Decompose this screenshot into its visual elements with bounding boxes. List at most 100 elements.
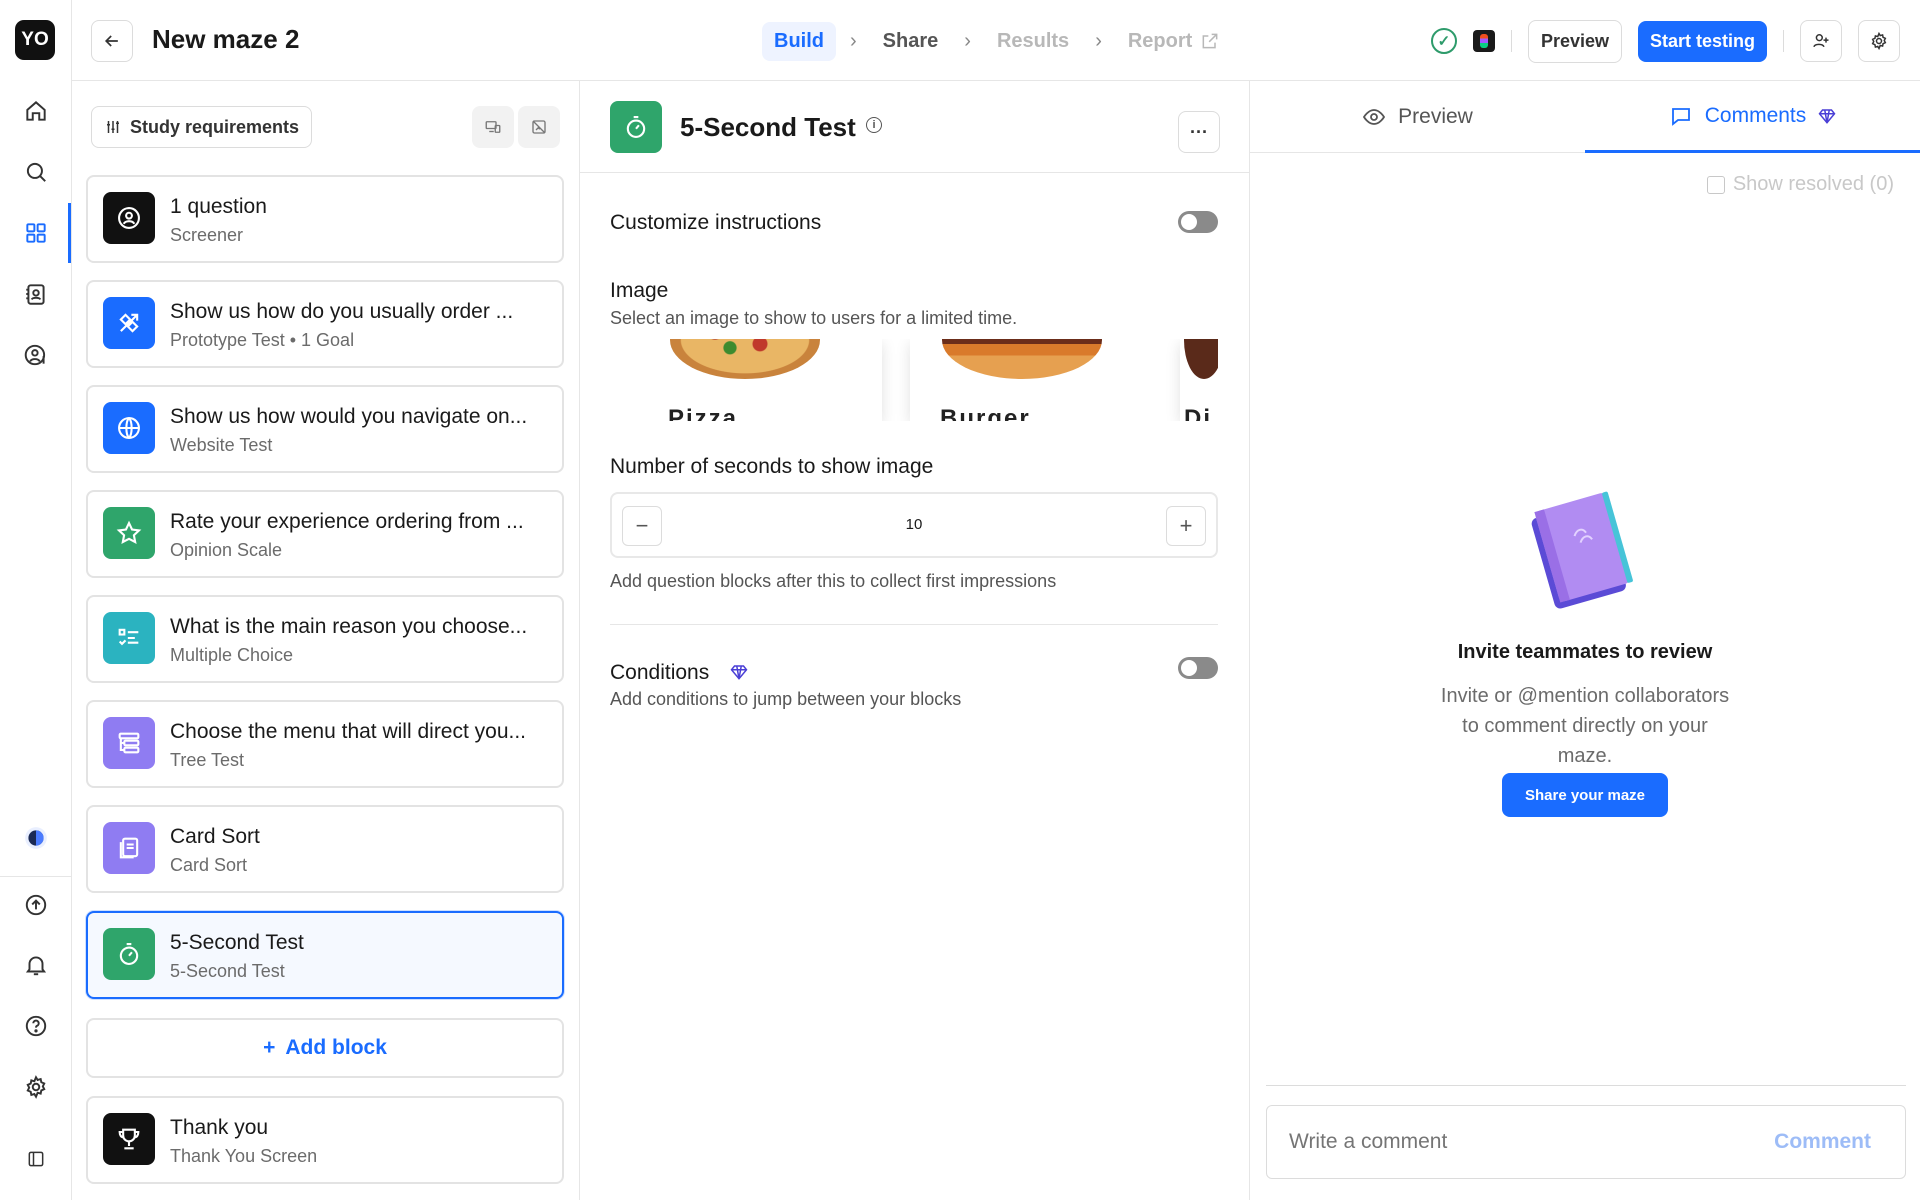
image-preview[interactable]: Pizza Burger Di: [610, 339, 1218, 421]
editor-header: 5-Second Test i ···: [580, 81, 1250, 173]
block-screener[interactable]: 1 question Screener: [86, 175, 564, 263]
rail-active-indicator: [68, 203, 71, 263]
block-card-sort[interactable]: Card Sort Card Sort: [86, 805, 564, 893]
invite-user-button[interactable]: [1800, 20, 1842, 62]
rail-divider: [0, 876, 72, 877]
app-rail: YO: [0, 0, 72, 1200]
trophy-icon: [103, 1113, 155, 1165]
tab-preview[interactable]: Preview: [1250, 81, 1585, 153]
start-testing-button[interactable]: Start testing: [1637, 20, 1767, 62]
block-title: 1 question: [170, 195, 267, 218]
comment-submit-button[interactable]: Comment: [1774, 1130, 1871, 1154]
study-requirements-button[interactable]: Study requirements: [91, 106, 313, 148]
blocks-panel: Study requirements 1 question Screener S…: [72, 81, 580, 1200]
theme-icon[interactable]: [16, 818, 56, 858]
device-preview-button[interactable]: [472, 106, 514, 148]
image-off-icon: [532, 120, 546, 134]
tab-preview-label: Preview: [1398, 105, 1473, 128]
customize-instructions-toggle[interactable]: [1178, 211, 1218, 233]
step-results[interactable]: Results: [985, 22, 1081, 61]
comment-input[interactable]: [1289, 1130, 1709, 1154]
preview-button[interactable]: Preview: [1527, 19, 1622, 63]
block-multiple-choice[interactable]: What is the main reason you choose... Mu…: [86, 595, 564, 683]
help-icon[interactable]: [16, 1006, 56, 1046]
invite-text: Invite or @mention collaborators to comm…: [1440, 685, 1730, 767]
food-card-pizza: Pizza: [610, 339, 882, 421]
star-icon: [103, 507, 155, 559]
chevron-right-icon: ›: [964, 29, 971, 52]
tab-comments[interactable]: Comments: [1585, 81, 1920, 153]
comment-composer: Comment: [1266, 1105, 1906, 1179]
block-title: Show us how do you usually order ...: [170, 300, 514, 323]
show-resolved-toggle[interactable]: Show resolved (0): [1706, 173, 1894, 196]
user-dollar-icon[interactable]: [16, 335, 56, 375]
workspace-logo[interactable]: YO: [15, 20, 55, 60]
seconds-label: Number of seconds to show image: [610, 455, 934, 478]
notebook-illustration: [1531, 491, 1633, 609]
back-button[interactable]: [91, 20, 133, 62]
gear-icon: [1871, 31, 1887, 51]
block-tree-test[interactable]: Choose the menu that will direct you... …: [86, 700, 564, 788]
block-title: Show us how would you navigate on...: [170, 405, 528, 428]
food-label: Burger: [940, 405, 1031, 421]
block-editor: 5-Second Test i ··· Customize instructio…: [580, 81, 1250, 1200]
maze-title[interactable]: New maze 2: [152, 24, 299, 55]
block-subtitle: Opinion Scale: [170, 540, 283, 560]
block-subtitle: Card Sort: [170, 855, 248, 875]
premium-gem-icon: [730, 665, 748, 680]
conditions-toggle[interactable]: [1178, 657, 1218, 679]
block-thank-you[interactable]: Thank you Thank You Screen: [86, 1096, 564, 1184]
chevron-right-icon: ›: [1095, 29, 1102, 52]
block-title: Card Sort: [170, 825, 260, 848]
hide-images-button[interactable]: [518, 106, 560, 148]
cards-icon: [103, 822, 155, 874]
step-build[interactable]: Build: [762, 21, 836, 61]
checklist-icon: [103, 612, 155, 664]
conditions-label: Conditions: [610, 661, 710, 684]
block-prototype-test[interactable]: Show us how do you usually order ... Pro…: [86, 280, 564, 368]
seconds-value[interactable]: 10: [612, 516, 1216, 533]
sliders-icon: [107, 121, 119, 133]
search-icon[interactable]: [16, 152, 56, 192]
timer-icon: [610, 101, 662, 153]
block-title: What is the main reason you choose...: [170, 615, 528, 638]
block-opinion-scale[interactable]: Rate your experience ordering from ... O…: [86, 490, 564, 578]
home-icon[interactable]: [16, 91, 56, 131]
customize-instructions-label: Customize instructions: [610, 211, 822, 234]
food-label: Di: [1184, 405, 1212, 421]
settings-button[interactable]: [1858, 20, 1900, 62]
sidebar-toggle-icon[interactable]: [16, 1139, 56, 1179]
increment-button[interactable]: +: [1166, 506, 1206, 546]
conditions-help-text: Add conditions to jump between your bloc…: [610, 689, 962, 709]
bell-icon[interactable]: [16, 945, 56, 985]
globe-icon: [103, 402, 155, 454]
invite-title: Invite teammates to review: [1457, 641, 1713, 663]
contacts-icon[interactable]: [16, 274, 56, 314]
step-report[interactable]: Report: [1116, 22, 1232, 61]
info-icon[interactable]: i: [866, 117, 882, 133]
block-five-second-test[interactable]: 5-Second Test 5-Second Test: [86, 911, 564, 999]
food-label: Pizza: [668, 405, 739, 421]
eye-icon: [1363, 109, 1386, 125]
divider: [1510, 30, 1512, 52]
step-report-label: Report: [1127, 29, 1193, 52]
arrow-left-icon: [104, 35, 118, 47]
upload-icon[interactable]: [16, 885, 56, 925]
add-user-icon: [1813, 34, 1829, 48]
add-block-button[interactable]: + Add block: [86, 1018, 564, 1078]
section-divider: [610, 624, 1218, 625]
add-block-label: Add block: [285, 1036, 387, 1059]
food-card-burger: Burger: [910, 339, 1182, 421]
share-maze-button[interactable]: Share your maze: [1502, 773, 1668, 817]
show-resolved-checkbox[interactable]: [1706, 175, 1725, 194]
gear-icon[interactable]: [16, 1067, 56, 1107]
grid-icon[interactable]: [16, 213, 56, 253]
block-website-test[interactable]: Show us how would you navigate on... Web…: [86, 385, 564, 473]
editor-title: 5-Second Test: [680, 112, 856, 142]
tree-icon: [103, 717, 155, 769]
more-options-button[interactable]: ···: [1178, 111, 1220, 153]
food-image: [1184, 339, 1218, 379]
show-resolved-label: Show resolved (0): [1732, 173, 1894, 195]
figma-icon[interactable]: [1472, 30, 1495, 52]
step-share[interactable]: Share: [871, 22, 951, 61]
